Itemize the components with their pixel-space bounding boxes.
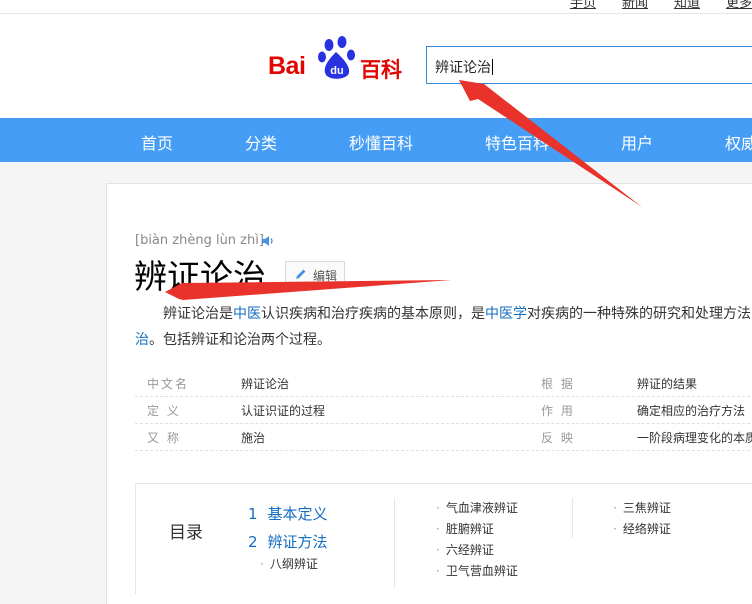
logo-du-text: du xyxy=(330,65,343,77)
edit-button[interactable]: 编辑 xyxy=(285,261,345,285)
table-of-contents: 目录 1 基本定义 2 辨证方法 八纲辨证 气血津液辨证 脏腑辨证 六经辨证 卫气营… xyxy=(135,483,752,594)
main-nav: 首页 分类 秒懂百科 特色百科 用户 权威 xyxy=(0,118,752,162)
infobox-key: 中文名 xyxy=(147,377,190,391)
text-caret xyxy=(492,59,493,75)
infobox-value: 辨证论治 xyxy=(241,377,290,391)
nav-item-home[interactable]: 首页 xyxy=(141,130,173,154)
speaker-icon[interactable] xyxy=(261,235,275,247)
paw-icon: du xyxy=(318,36,355,79)
infobox-key: 作 用 xyxy=(541,404,575,418)
search-input[interactable]: 辨证论治 xyxy=(426,46,752,84)
toc-divider xyxy=(394,498,395,588)
toc-subitem[interactable]: 三焦辨证 xyxy=(613,499,671,516)
logo-bai-text: Bai xyxy=(268,52,306,80)
toc-divider xyxy=(572,498,573,538)
infobox-row: 又 称 施治 反 映 一阶段病理变化的本质 xyxy=(135,424,752,451)
nav-item-featured[interactable]: 特色百科 xyxy=(485,130,549,154)
infobox-row: 定 义 认证识证的过程 作 用 确定相应的治疗方法 xyxy=(135,397,752,424)
infobox-row: 中文名 辨证论治 根 据 辨证的结果 xyxy=(135,370,752,397)
toc-item-methods[interactable]: 2 辨证方法 xyxy=(248,531,328,552)
top-nav-item-home[interactable]: 手页 xyxy=(570,0,596,11)
summary-text-3: 对疾病的一种特殊的研究和处理方法 xyxy=(527,306,751,322)
toc-subitem[interactable]: 气血津液辨证 xyxy=(436,499,518,516)
link-zhi[interactable]: 治 xyxy=(135,332,149,348)
summary-text-1: 辨证论治是 xyxy=(163,306,233,322)
summary-text-2: 认识疾病和治疗疾病的基本原则，是 xyxy=(261,306,485,322)
entry-pinyin: [biàn zhèng lùn zhì] xyxy=(135,233,264,248)
infobox-key: 反 映 xyxy=(541,431,575,445)
top-divider xyxy=(0,13,752,14)
nav-item-user[interactable]: 用户 xyxy=(621,130,653,154)
infobox-key: 又 称 xyxy=(147,431,181,445)
toc-item-number: 2 xyxy=(248,533,258,551)
toc-heading: 目录 xyxy=(169,523,203,543)
logo-baike-text: 百科 xyxy=(360,58,402,82)
top-nav: 手页 新闻 知道 更多 xyxy=(570,0,752,11)
top-nav-item-more[interactable]: 更多 xyxy=(726,0,752,11)
summary-text-4: 。包括辨证和论治两个过程。 xyxy=(149,332,331,348)
pencil-icon xyxy=(296,269,306,279)
toc-item-label: 基本定义 xyxy=(267,505,328,523)
toc-subitem[interactable]: 经络辨证 xyxy=(613,520,671,537)
entry-title: 辨证论治 xyxy=(134,257,266,296)
nav-item-category[interactable]: 分类 xyxy=(245,130,277,154)
infobox-key: 定 义 xyxy=(147,404,181,418)
infobox-value: 确定相应的治疗方法 xyxy=(637,404,746,418)
infobox: 中文名 辨证论治 根 据 辨证的结果 定 义 认证识证的过程 作 用 确定相应的… xyxy=(135,370,752,451)
infobox-value: 认证识证的过程 xyxy=(241,404,326,418)
header: 手页 新闻 知道 更多 Bai du 百科 辨证论治 xyxy=(0,0,752,118)
infobox-value: 施治 xyxy=(241,431,266,445)
search-value: 辨证论治 xyxy=(435,57,493,77)
top-nav-item-news[interactable]: 新闻 xyxy=(622,0,648,11)
toc-item-number: 1 xyxy=(248,505,258,523)
infobox-value: 辨证的结果 xyxy=(637,377,698,391)
top-nav-item-zhidao[interactable]: 知道 xyxy=(674,0,700,11)
edit-button-label: 编辑 xyxy=(313,269,338,283)
infobox-key: 根 据 xyxy=(541,377,575,391)
nav-item-authority[interactable]: 权威 xyxy=(725,130,752,154)
link-zhongyixue[interactable]: 中医学 xyxy=(485,306,527,322)
link-zhongyi[interactable]: 中医 xyxy=(233,306,261,322)
toc-item-label: 辨证方法 xyxy=(267,533,328,551)
infobox-value: 一阶段病理变化的本质 xyxy=(637,431,752,445)
toc-subitem[interactable]: 脏腑辨证 xyxy=(436,520,494,537)
nav-item-miaodong[interactable]: 秒懂百科 xyxy=(349,130,413,154)
toc-item-basic-definition[interactable]: 1 基本定义 xyxy=(248,503,328,524)
toc-subitem[interactable]: 六经辨证 xyxy=(436,541,494,558)
entry-summary: 辨证论治是中医认识疾病和治疗疾病的基本原则，是中医学对疾病的一种特殊的研究和处理… xyxy=(135,301,752,353)
baidu-baike-logo[interactable]: Bai du 百科 xyxy=(268,36,408,84)
toc-subitem[interactable]: 卫气营血辨证 xyxy=(436,562,518,579)
toc-subitem[interactable]: 八纲辨证 xyxy=(260,555,318,572)
search-value-text: 辨证论治 xyxy=(435,60,491,76)
